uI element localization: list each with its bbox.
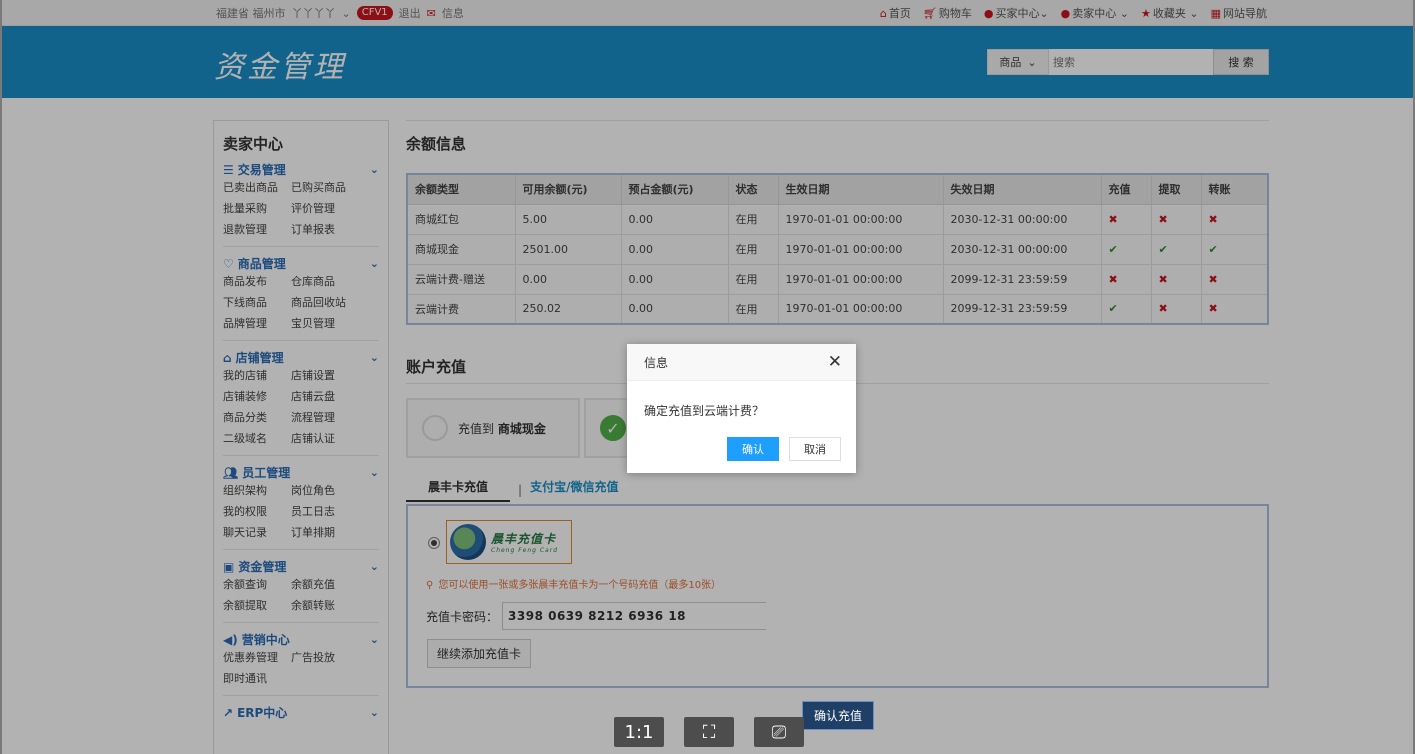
screenshot-icon[interactable]: ⎚ [754, 717, 804, 747]
dialog-title: 信息 [644, 355, 669, 370]
fit-screen-icon[interactable]: ⛶ [684, 717, 734, 747]
dialog-message: 确定充值到云端计费？ [644, 404, 765, 418]
confirm-dialog: 信息 ✕ 确定充值到云端计费？ 确认 取消 [627, 344, 856, 473]
viewer-frame-left [0, 0, 2, 754]
close-icon[interactable]: ✕ [828, 352, 842, 372]
zoom-actual-size-button[interactable]: 1:1 [614, 717, 664, 747]
dialog-header: 信息 ✕ [627, 344, 856, 381]
dialog-ok-button[interactable]: 确认 [727, 437, 779, 461]
dialog-buttons: 确认 取消 [727, 437, 841, 461]
viewer-toolbar: 1:1 ⛶ ⎚ [614, 717, 804, 747]
confirm-recharge-button[interactable]: 确认充值 [802, 701, 874, 730]
dialog-cancel-button[interactable]: 取消 [789, 437, 841, 461]
